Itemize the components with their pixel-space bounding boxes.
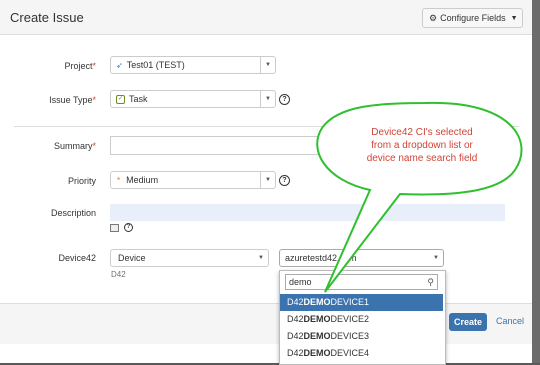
callout-line: from a dropdown list or <box>371 140 473 151</box>
callout-line: device name search field <box>366 153 478 164</box>
page-scrollbar[interactable] <box>532 0 540 363</box>
callout-line: Device42 CI's selected <box>371 127 473 138</box>
callout-text: Device42 CI's selected from a dropdown l… <box>342 126 502 165</box>
create-issue-dialog: Create Issue ⚙ Configure Fields ▼ Projec… <box>0 0 532 365</box>
callout-bubble <box>316 101 523 293</box>
